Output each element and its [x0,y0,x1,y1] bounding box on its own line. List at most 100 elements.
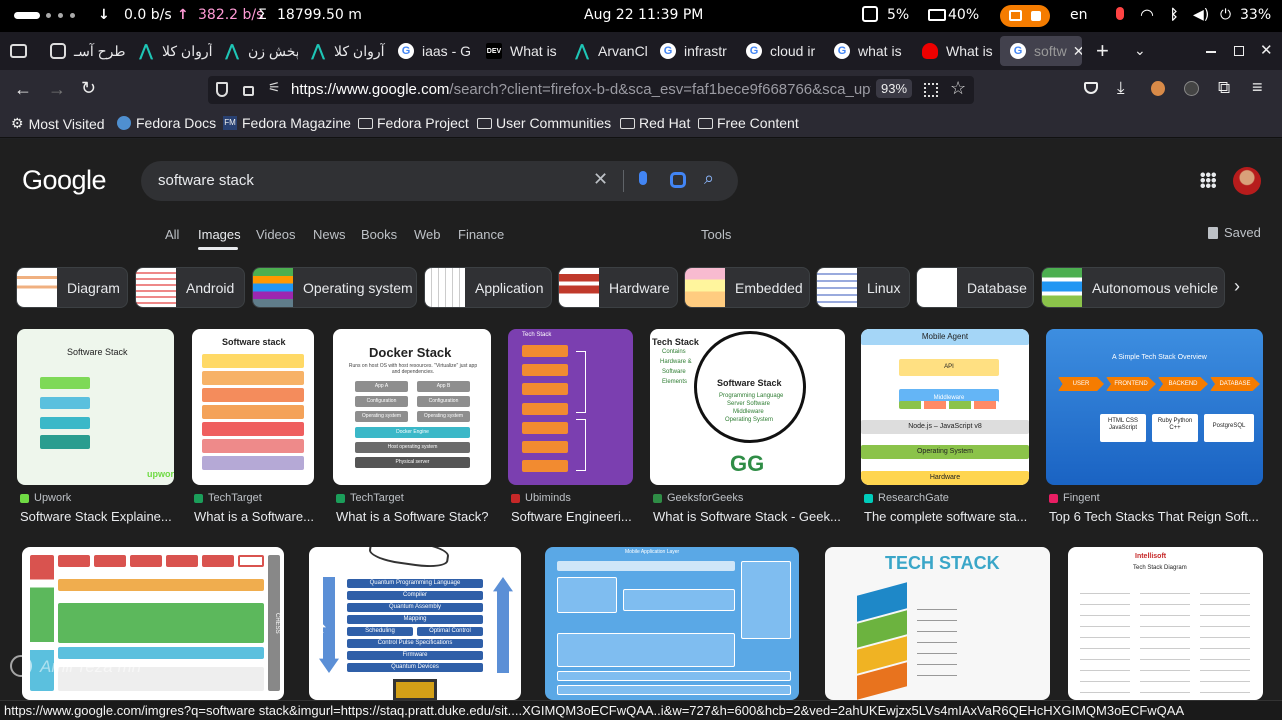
result-title[interactable]: What is a Software Stack? [336,509,493,524]
tab-list-chevron-icon[interactable]: ⌄ [1134,42,1146,59]
extension-fox-icon[interactable] [1151,81,1165,96]
result-source[interactable]: ResearchGate [864,492,949,504]
browser-tab[interactable]: DEV What is [476,36,562,66]
result-source[interactable]: TechTarget [194,492,262,504]
screen-share-indicator[interactable] [1000,5,1050,27]
activities-indicator[interactable] [14,12,40,19]
result-source[interactable]: Fingent [1049,492,1100,504]
chip-application[interactable]: Application [424,267,552,308]
search-icon[interactable]: ⌕ [704,168,714,189]
google-apps-icon[interactable] [1200,172,1216,188]
chips-next-chevron-icon[interactable]: › [1234,276,1240,297]
bookmark-fedora-magazine[interactable]: FM Fedora Magazine [223,115,351,131]
result-image[interactable]: Quantum Quantum Programming Language Com… [309,547,521,700]
permissions-icon[interactable]: ⚟ [268,79,281,96]
google-logo[interactable]: Google [22,165,107,196]
image-result[interactable]: Tech Stack Ubiminds Software Engineeri..… [508,329,635,529]
workspace-dot[interactable] [70,13,75,18]
tab-videos[interactable]: Videos [256,227,296,242]
tab-images[interactable]: Images [198,227,241,242]
browser-tab[interactable]: Gwhat is [824,36,910,66]
clock[interactable]: Aug 22 11:39 PM [584,7,703,23]
image-result[interactable]: Docker Stack Runs on host OS with host r… [333,329,493,529]
extensions-puzzle-icon[interactable]: ⧉ [1218,78,1230,98]
image-result[interactable]: TECH STACK [825,547,1051,700]
close-tab-icon[interactable]: ✕ [1073,43,1082,60]
chip-operating-system[interactable]: Operating system [252,267,417,308]
result-title[interactable]: The complete software sta... [864,509,1031,524]
maximize-icon[interactable] [1234,46,1244,56]
result-image[interactable]: Mobile Agent API Middleware Node.js – Ja… [861,329,1029,485]
tab-finance[interactable]: Finance [458,227,504,242]
result-title[interactable]: Software Engineeri... [511,509,635,524]
tab-all[interactable]: All [165,227,179,242]
saved-button[interactable]: Saved [1208,225,1261,240]
extension-dark-icon[interactable] [1184,81,1199,96]
result-title[interactable]: What is Software Stack - Geek... [653,509,846,524]
close-window-icon[interactable]: ✕ [1260,41,1273,59]
app-menu-icon[interactable]: ≡ [1252,77,1263,98]
result-image[interactable]: Intellisoft Tech Stack Diagram [1068,547,1263,700]
result-title[interactable]: Software Stack Explaine... [20,509,175,524]
firefox-view-icon[interactable] [10,44,27,58]
tab-news[interactable]: News [313,227,346,242]
result-source[interactable]: Upwork [20,492,71,504]
clear-search-icon[interactable]: ✕ [593,169,608,190]
result-image[interactable]: Software stack [192,329,314,485]
chip-hardware[interactable]: Hardware [558,267,678,308]
reload-icon[interactable]: ↻ [81,78,96,99]
result-image[interactable]: TECH STACK [825,547,1050,700]
lock-icon[interactable] [243,86,254,96]
forward-arrow-icon[interactable]: → [48,79,66,100]
keyboard-language[interactable]: en [1070,7,1088,23]
browser-tab[interactable]: ⋀ پخش زن [214,36,298,66]
result-image[interactable]: Software Stack upwork [17,329,174,485]
result-image[interactable]: Mobile Application Layer [545,547,799,700]
browser-tab[interactable]: ⋀ آروان کلا [300,36,386,66]
qr-code-icon[interactable] [924,83,938,97]
bookmark-most-visited[interactable]: ⚙ Most Visited [11,115,105,132]
result-source[interactable]: Ubiminds [511,492,571,504]
voice-search-icon[interactable] [639,171,647,185]
result-image[interactable]: Docker Stack Runs on host OS with host r… [333,329,491,485]
image-result[interactable]: A Simple Tech Stack Overview USER FRONTE… [1046,329,1264,529]
bookmark-user-communities[interactable]: User Communities [477,115,611,131]
avatar[interactable] [1233,167,1261,195]
tab-books[interactable]: Books [361,227,397,242]
chip-linux[interactable]: Linux [816,267,910,308]
image-result[interactable]: Software Stack upwork Upwork Software St… [17,329,175,529]
zoom-level[interactable]: 93% [876,79,913,98]
workspace-dot[interactable] [58,13,63,18]
minimize-icon[interactable] [1206,51,1216,53]
browser-tab[interactable]: Ginfrastr [650,36,734,66]
pocket-icon[interactable] [1084,82,1098,94]
browser-tab[interactable]: Gcloud ir [736,36,820,66]
result-image[interactable]: A Simple Tech Stack Overview USER FRONTE… [1046,329,1263,485]
result-source[interactable]: GeeksforGeeks [653,492,743,504]
url-text[interactable]: https://www.google.com/search?client=fir… [291,81,871,98]
result-image[interactable]: CHESS [22,547,284,700]
tracking-shield-icon[interactable] [216,82,228,97]
chip-embedded[interactable]: Embedded [684,267,810,308]
search-input[interactable]: software stack [158,172,254,189]
browser-tab[interactable]: Giaas - G [388,36,474,66]
browser-tab[interactable]: What is [912,36,998,66]
tab-web[interactable]: Web [414,227,441,242]
result-image[interactable]: Tech Stack Contains Hardware & Software … [650,329,845,485]
image-result[interactable]: Mobile Application Layer [545,547,800,700]
browser-tab[interactable]: ⋀ ArvanCl [564,36,648,66]
chip-diagram[interactable]: Diagram [16,267,128,308]
bookmark-fedora-docs[interactable]: Fedora Docs [117,115,216,131]
browser-tab-active[interactable]: Gsoftw ✕ [1000,36,1082,66]
bookmark-star-icon[interactable]: ☆ [950,78,966,99]
image-result[interactable]: Mobile Agent API Middleware Node.js – Ja… [861,329,1031,529]
image-result[interactable]: Intellisoft Tech Stack Diagram [1068,547,1264,700]
browser-tab[interactable]: ⋀ آروان کلا [128,36,212,66]
back-arrow-icon[interactable]: ← [14,79,32,100]
downloads-icon[interactable]: ⤓ [1117,78,1125,98]
result-title[interactable]: What is a Software... [194,509,316,524]
new-tab-plus-icon[interactable]: + [1096,38,1109,64]
address-bar[interactable]: ⚟ https://www.google.com/search?client=f… [208,76,974,104]
result-image[interactable]: Tech Stack [508,329,633,485]
browser-tab[interactable]: طرح آسـ [40,36,126,66]
